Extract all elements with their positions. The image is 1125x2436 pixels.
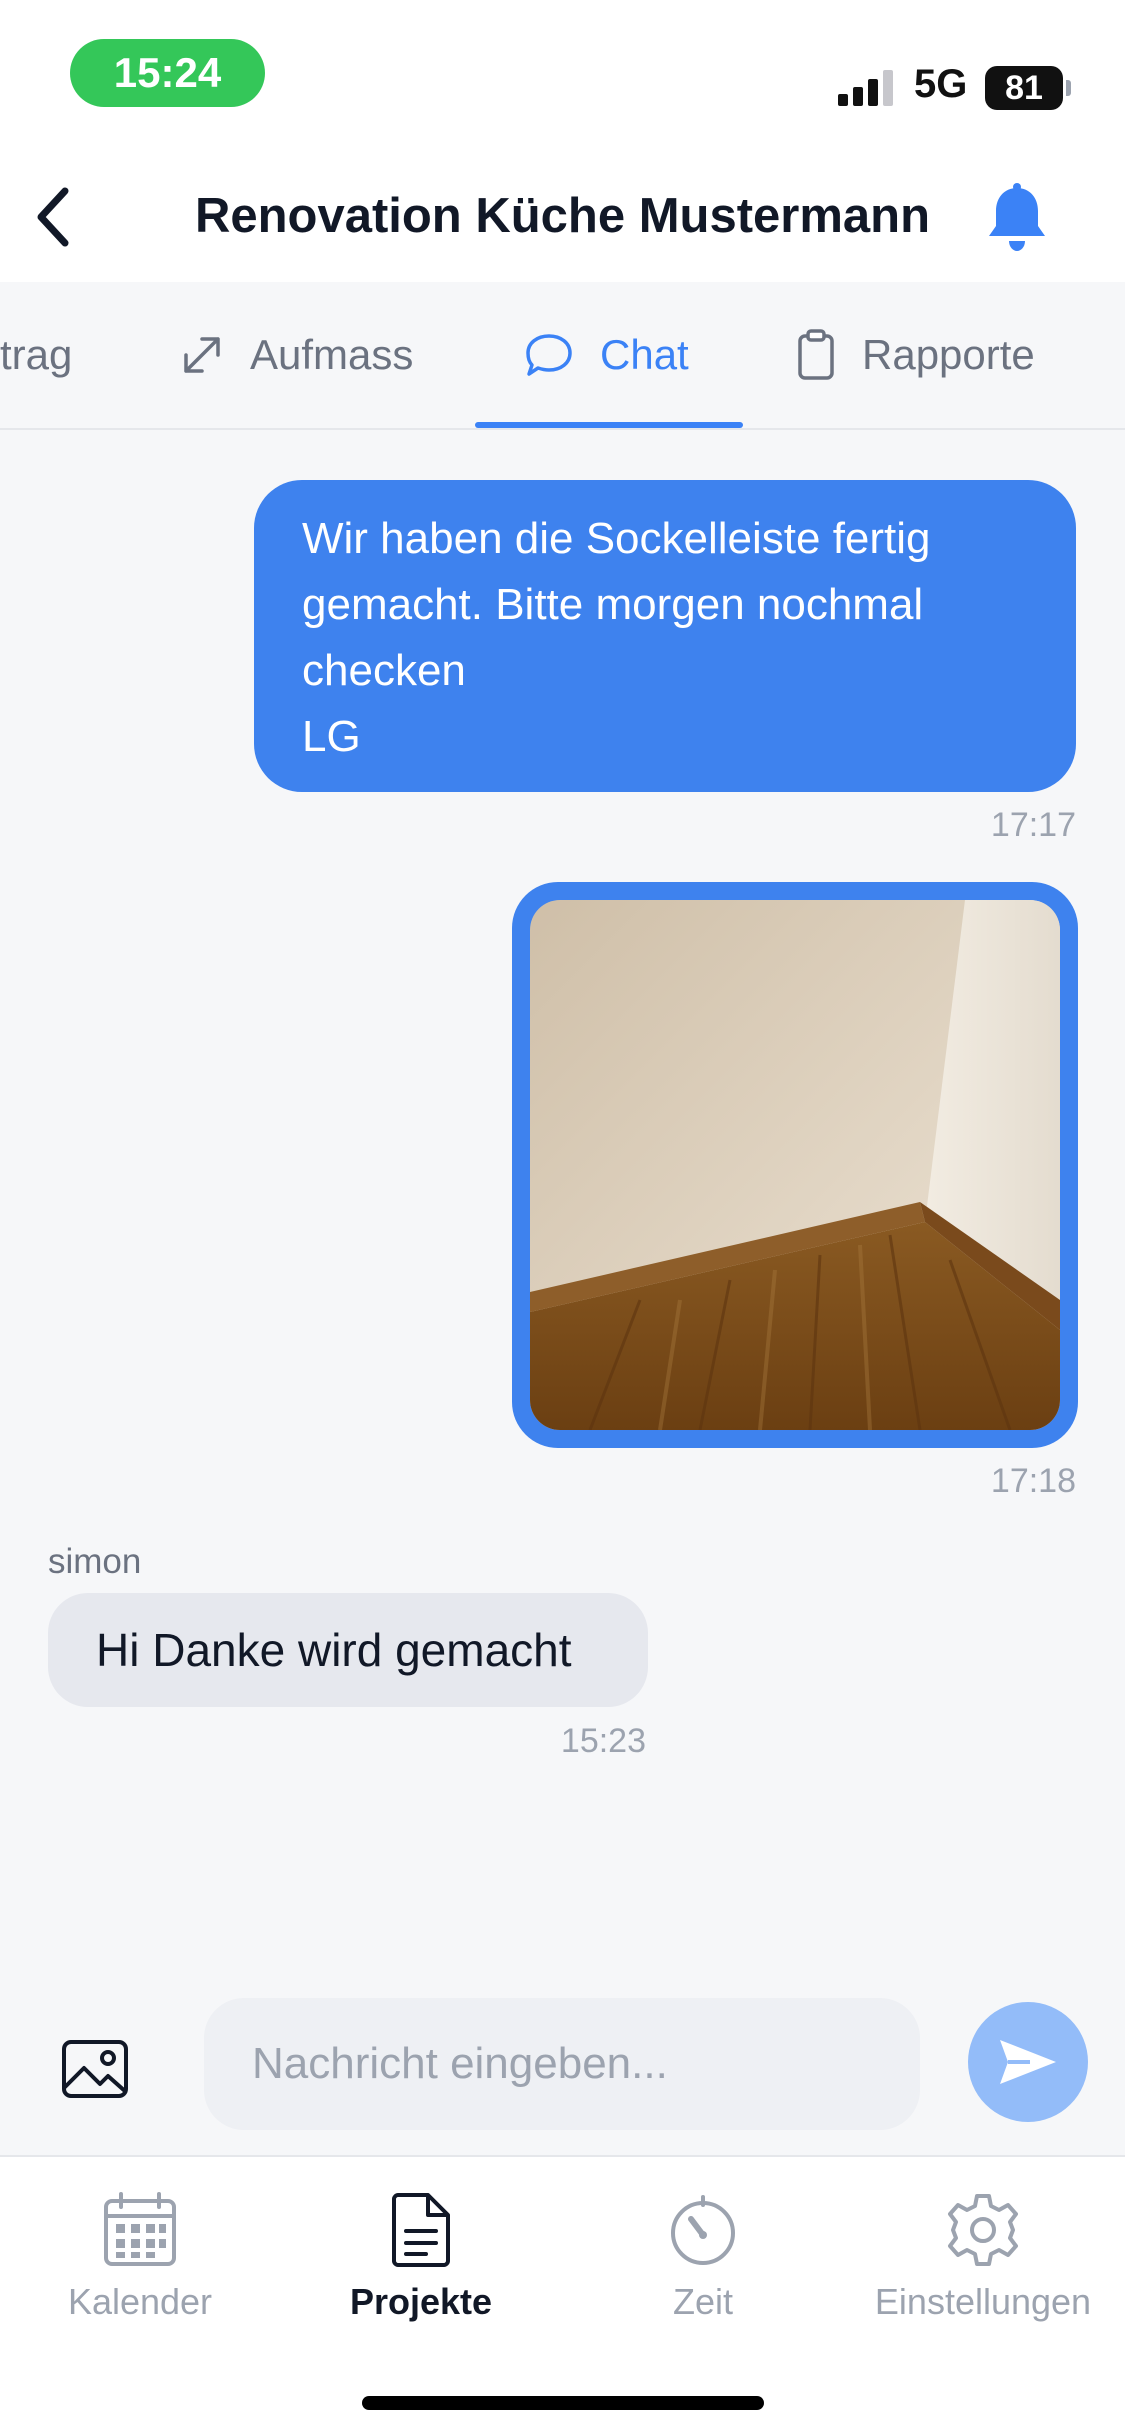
send-button[interactable]	[968, 2002, 1088, 2122]
tab-chat[interactable]: Chat	[524, 282, 689, 428]
message-timestamp: 17:17	[990, 806, 1076, 844]
nav-label: Projekte	[349, 2281, 493, 2322]
nav-item-zeit[interactable]: Zeit	[578, 2191, 828, 2323]
active-tab-indicator	[475, 422, 743, 428]
nav-item-einstellungen[interactable]: Einstellungen	[858, 2191, 1108, 2323]
calendar-icon	[104, 2192, 176, 2266]
battery-level: 81	[1005, 69, 1043, 107]
image-icon	[62, 2040, 128, 2098]
baseboard-photo	[530, 900, 1060, 1430]
signal-icon	[838, 70, 898, 106]
outgoing-image-message[interactable]	[512, 882, 1078, 1448]
message-timestamp: 17:18	[990, 1462, 1076, 1500]
page-title: Renovation Küche Mustermann	[194, 189, 931, 243]
chat-bubble-icon	[526, 334, 572, 376]
chat-screen: 15:24 5G 81 Renovation Küche Mustermann	[0, 0, 1125, 2436]
tab-rapporte[interactable]: Rapporte	[796, 282, 1035, 428]
message-timestamp: 15:23	[560, 1722, 646, 1760]
app-header: Renovation Küche Mustermann	[0, 150, 1125, 282]
message-line: gemacht. Bitte morgen nochmal	[302, 580, 924, 629]
tab-aufmass[interactable]: Aufmass	[180, 282, 413, 428]
incoming-message-bubble[interactable]: Hi Danke wird gemacht	[48, 1593, 648, 1707]
nav-item-kalender[interactable]: Kalender	[15, 2191, 265, 2323]
nav-label: Kalender	[67, 2281, 213, 2322]
message-line: checken	[302, 646, 466, 695]
bell-icon	[989, 183, 1045, 251]
notification-button[interactable]	[982, 182, 1052, 254]
network-type: 5G	[914, 62, 968, 106]
back-button[interactable]	[18, 180, 88, 254]
chevron-left-icon	[37, 187, 69, 247]
status-bar: 15:24 5G 81	[0, 0, 1125, 150]
battery-indicator: 81	[985, 66, 1071, 110]
tab-label: Rapporte	[862, 331, 1035, 378]
nav-item-projekte[interactable]: Projekte	[296, 2191, 546, 2323]
nav-label: Einstellungen	[874, 2281, 1092, 2322]
timer-icon	[671, 2195, 735, 2265]
project-tabs: trag Aufmass Chat Rapporte	[0, 282, 1125, 430]
tab-label: trag	[0, 331, 73, 378]
document-icon	[392, 2193, 450, 2267]
attached-photo[interactable]	[530, 900, 1060, 1430]
send-icon	[1000, 2040, 1056, 2084]
gear-icon	[948, 2194, 1018, 2266]
message-line: LG	[302, 712, 361, 761]
tab-auftrag[interactable]: trag	[0, 282, 72, 428]
message-sender-name: simon	[48, 1542, 142, 1581]
attach-image-button[interactable]	[60, 2038, 130, 2108]
outgoing-message-bubble[interactable]: Wir haben die Sockelleiste fertig gemach…	[254, 480, 1076, 792]
nav-label: Zeit	[672, 2281, 733, 2322]
message-input[interactable]	[204, 1998, 920, 2130]
resize-arrow-icon	[184, 337, 220, 373]
tab-label: Aufmass	[250, 331, 414, 378]
home-indicator[interactable]	[362, 2396, 764, 2410]
bottom-navigation: Kalender Projekte Zeit Einstellungen	[0, 2155, 1125, 2436]
clipboard-icon	[798, 329, 834, 380]
status-time[interactable]: 15:24	[70, 39, 265, 107]
tab-label: Chat	[600, 331, 689, 378]
message-text: Hi Danke wird gemacht	[96, 1624, 572, 1676]
message-composer	[0, 1990, 1125, 2156]
message-line: Wir haben die Sockelleiste fertig	[302, 514, 931, 563]
